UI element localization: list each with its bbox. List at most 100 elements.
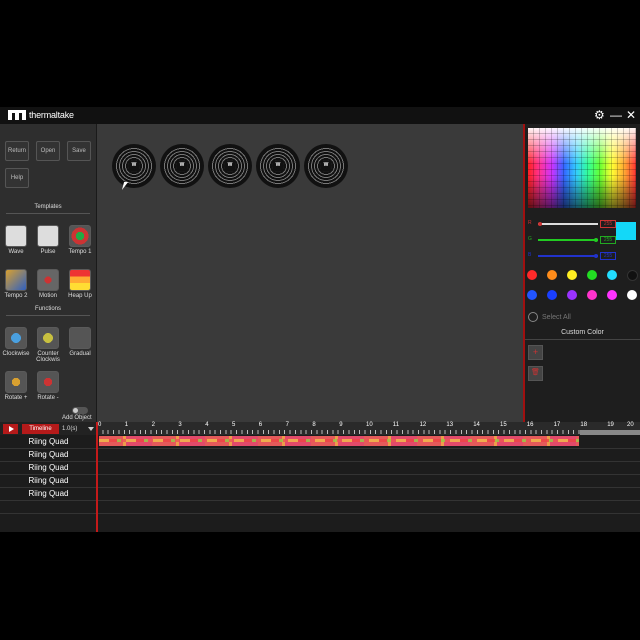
fan-1[interactable]: W	[112, 144, 156, 188]
blue-slider[interactable]	[538, 254, 598, 258]
help-button[interactable]: Help	[5, 168, 29, 188]
open-button[interactable]: Open	[36, 141, 60, 161]
ruler-ticks	[97, 430, 640, 434]
ruler-tick-label: 13	[446, 422, 454, 428]
track-label[interactable]: Riing Quad	[0, 435, 97, 449]
fan-logo: W	[227, 162, 233, 168]
ruler-tick-label: 17	[553, 422, 561, 428]
swatch-blue[interactable]	[527, 290, 537, 300]
blue-label: B	[528, 252, 532, 258]
settings-gear-icon[interactable]: ⚙	[594, 108, 605, 122]
swatch-orange[interactable]	[547, 270, 557, 280]
add-color-button[interactable]: +	[528, 345, 543, 360]
template-wave[interactable]: Wave	[1, 225, 31, 255]
ruler-tick-label: 7	[285, 422, 289, 428]
swatch-cyan[interactable]	[607, 270, 617, 280]
play-button[interactable]	[3, 424, 18, 434]
track-label[interactable]: Riing Quad	[0, 474, 97, 488]
function-clockwise[interactable]: Clockwise	[1, 327, 31, 357]
motion-icon	[37, 269, 59, 291]
function-gradual[interactable]: Gradual	[65, 327, 95, 357]
swatch-deep-blue[interactable]	[547, 290, 557, 300]
swatch-white[interactable]	[627, 290, 637, 300]
ruler-tick-label: 18	[580, 422, 588, 428]
slider-knob[interactable]	[594, 238, 598, 242]
ruler-tick-label: 8	[312, 422, 316, 428]
gradual-icon	[69, 327, 91, 349]
delete-color-button[interactable]: 🗑	[528, 366, 543, 381]
fan-logo: W	[275, 162, 281, 168]
track-label[interactable]: Riing Quad	[0, 448, 97, 462]
counter-clockwise-icon	[37, 327, 59, 349]
fan-5[interactable]: W	[304, 144, 348, 188]
return-button[interactable]: Return	[5, 141, 29, 161]
close-icon[interactable]: ✕	[626, 108, 636, 122]
ruler-tick-label: 14	[473, 422, 480, 428]
template-label: Tempo 1	[68, 249, 92, 255]
swatch-black[interactable]	[627, 270, 638, 281]
ruler-tick-label: 6	[258, 422, 263, 428]
tempo2-icon	[5, 269, 27, 291]
brand-name: thermaltake	[29, 110, 74, 120]
red-slider[interactable]	[538, 222, 598, 226]
ruler-tick-label: 4	[205, 422, 209, 428]
green-value[interactable]: 255	[600, 236, 616, 244]
swatch-purple[interactable]	[567, 290, 577, 300]
select-all-label: Select All	[542, 313, 571, 321]
swatch-pink[interactable]	[587, 290, 597, 300]
ruler-inactive-range	[580, 430, 640, 435]
track-label[interactable]: Riing Quad	[0, 461, 97, 475]
blue-value[interactable]: 255	[600, 252, 616, 260]
lighting-canvas[interactable]: W W W W W	[97, 124, 523, 422]
swatch-yellow[interactable]	[567, 270, 577, 280]
ruler-tick-label: 11	[392, 422, 400, 428]
chevron-down-icon[interactable]	[88, 427, 94, 431]
function-label: Rotate -	[37, 395, 59, 401]
add-object-label: Add Object	[62, 415, 92, 421]
red-value[interactable]: 255	[600, 220, 616, 228]
fan-3[interactable]: W	[208, 144, 252, 188]
slider-knob[interactable]	[594, 254, 598, 258]
function-rotate-plus[interactable]: Rotate +	[1, 371, 31, 401]
color-preview	[616, 222, 636, 240]
fan-4[interactable]: W	[256, 144, 300, 188]
template-heap-up[interactable]: Heap Up	[65, 269, 95, 299]
color-picker-grid[interactable]	[528, 128, 636, 208]
fan-2[interactable]: W	[160, 144, 204, 188]
slider-knob[interactable]	[538, 222, 542, 226]
minimize-icon[interactable]: —	[610, 108, 622, 122]
ruler-tick-label: 20	[627, 422, 634, 428]
color-panel: R 255 G 255 B 255 Select All Custom Colo…	[525, 124, 640, 422]
effect-clips[interactable]	[99, 436, 579, 446]
swatch-magenta[interactable]	[607, 290, 617, 300]
timeline-tab[interactable]: Timeline	[22, 424, 59, 434]
playhead[interactable]	[96, 422, 98, 532]
green-slider[interactable]	[538, 238, 598, 242]
green-label: G	[528, 236, 532, 242]
ruler-tick-label: 0	[98, 422, 102, 428]
template-label: Heap Up	[68, 293, 92, 299]
ruler-tick-label: 9	[339, 422, 343, 428]
template-pulse[interactable]: Pulse	[33, 225, 63, 255]
function-rotate-minus[interactable]: Rotate -	[33, 371, 63, 401]
save-button[interactable]: Save	[67, 141, 91, 161]
swatch-green[interactable]	[587, 270, 597, 280]
time-ruler[interactable]: 0 1 2 3 4 5 6 7 8 9 10 11 12 13 14 15 16 17 18 19 20	[97, 422, 640, 435]
template-tempo1[interactable]: Tempo 1	[65, 225, 95, 255]
function-label: Counter Clockwis	[36, 351, 60, 363]
app-window: thermaltake ⚙ — ✕ Return Open Save Help …	[0, 107, 640, 532]
red-label: R	[528, 220, 532, 226]
ruler-tick-label: 15	[500, 422, 507, 428]
duration-select[interactable]: 1.0(s)	[62, 424, 86, 434]
add-object-toggle[interactable]	[72, 407, 88, 414]
select-all-toggle[interactable]: Select All	[528, 312, 571, 322]
function-label: Gradual	[69, 351, 91, 357]
rotate-minus-icon	[37, 371, 59, 393]
function-counter-clockwise[interactable]: Counter Clockwis	[33, 327, 63, 363]
template-tempo2[interactable]: Tempo 2	[1, 269, 31, 299]
track-label[interactable]: Riing Quad	[0, 487, 97, 501]
fan-logo: W	[131, 162, 137, 168]
template-motion[interactable]: Motion	[33, 269, 63, 299]
swatch-red[interactable]	[527, 270, 537, 280]
ruler-tick-label: 10	[366, 422, 373, 428]
